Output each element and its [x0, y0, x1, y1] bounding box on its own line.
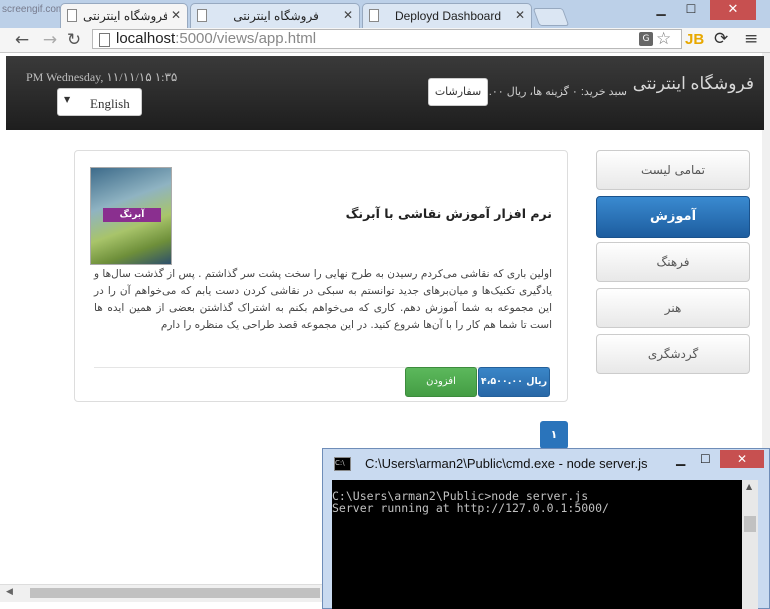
page-icon — [67, 9, 77, 22]
sidebar-item-art[interactable]: هنر — [596, 288, 750, 328]
cmd-minimize-icon[interactable]: ▁ — [676, 452, 685, 466]
brand-title[interactable]: فروشگاه اینترنتی — [633, 74, 754, 94]
page-icon — [369, 9, 379, 22]
minimize-icon[interactable]: ▁ — [648, 2, 674, 20]
menu-icon[interactable]: ≡ — [744, 29, 758, 49]
url-host: localhost — [116, 30, 176, 47]
page-icon — [197, 9, 207, 22]
close-icon[interactable]: ✕ — [343, 8, 353, 22]
scroll-up-icon[interactable]: ▲ — [746, 482, 752, 491]
cmd-maximize-icon[interactable]: ☐ — [700, 452, 711, 466]
page-icon — [99, 33, 110, 47]
chevron-down-icon: ▼ — [64, 95, 71, 104]
cmd-close-icon[interactable]: ✕ — [720, 450, 764, 468]
watermark: screengif.com — [2, 4, 65, 15]
reload-icon[interactable]: ↻ — [64, 30, 84, 50]
window-close-icon[interactable]: ✕ — [710, 0, 756, 20]
tab-deployd[interactable]: Deployd Dashboard ✕ — [362, 3, 532, 28]
product-title: نرم افزار آموزش نقاشی با آبرنگ — [345, 206, 552, 221]
star-icon[interactable]: ☆ — [656, 29, 671, 49]
pagination-page-1[interactable]: ۱ — [540, 421, 568, 449]
close-icon[interactable]: ✕ — [171, 8, 181, 22]
tab-store[interactable]: فروشگاه اینترنتی ✕ — [190, 3, 360, 28]
address-bar[interactable]: localhost:5000/views/app.html — [92, 29, 682, 49]
orders-button[interactable]: سفارشات — [428, 78, 488, 106]
language-dropdown[interactable]: ▼ English — [57, 88, 142, 116]
back-icon[interactable]: ← — [12, 30, 32, 50]
sidebar-item-education[interactable]: آموزش — [596, 196, 750, 238]
horizontal-scrollbar[interactable]: ◀ — [0, 584, 330, 602]
tab-title: فروشگاه اینترنتی — [233, 9, 319, 23]
cover-logo-band: آبرنگ — [103, 208, 161, 222]
scroll-thumb[interactable] — [30, 588, 320, 598]
forward-icon[interactable]: → — [40, 30, 60, 50]
scroll-left-icon[interactable]: ◀ — [6, 587, 13, 597]
cart-summary: سبد خرید: ۰ گزینه ها، ریال ۰.۰۰ — [482, 86, 627, 98]
url-path: :5000/views/app.html — [175, 30, 317, 47]
sidebar-item-culture[interactable]: فرهنگ — [596, 242, 750, 282]
translate-icon[interactable]: G — [639, 32, 653, 46]
cmd-scroll-thumb[interactable] — [744, 516, 756, 532]
extension-icon[interactable]: JB — [685, 31, 704, 48]
tab-title: Deployd Dashboard — [394, 9, 502, 23]
language-value: English — [90, 96, 130, 111]
sync-icon[interactable]: ⟳ — [714, 29, 728, 49]
tab-store-active[interactable]: فروشگاه اینترنتی ✕ — [60, 3, 188, 28]
tab-title: فروشگاه اینترنتی — [83, 9, 167, 23]
close-icon[interactable]: ✕ — [515, 8, 525, 22]
cmd-scrollbar[interactable]: ▲ — [742, 480, 758, 609]
product-cover-image[interactable]: آبرنگ — [90, 167, 172, 265]
sidebar-item-tourism[interactable]: گردشگری — [596, 334, 750, 374]
cmd-title: C:\Users\arman2\Public\cmd.exe - node se… — [365, 456, 648, 471]
maximize-icon[interactable]: ☐ — [678, 2, 704, 20]
cmd-console[interactable]: C:\Users\arman2\Public>node server.js Se… — [332, 480, 742, 609]
add-to-cart-button[interactable]: افزودن — [405, 367, 477, 397]
console-line: Server running at http://127.0.0.1:5000/ — [332, 501, 609, 515]
product-description: اولین باری که نقاشی می‌کردم رسیدن به طرح… — [94, 268, 552, 331]
cmd-icon: C:\ — [334, 457, 351, 471]
datetime-text: PM Wednesday, ۱۱/۱۱/۱۵ ۱:۳۵ — [26, 70, 178, 84]
sidebar-item-all[interactable]: تمامی لیست — [596, 150, 750, 190]
price-button[interactable]: ریال ۴،۵۰۰.۰۰ — [478, 367, 550, 397]
new-tab-button[interactable] — [532, 8, 570, 26]
